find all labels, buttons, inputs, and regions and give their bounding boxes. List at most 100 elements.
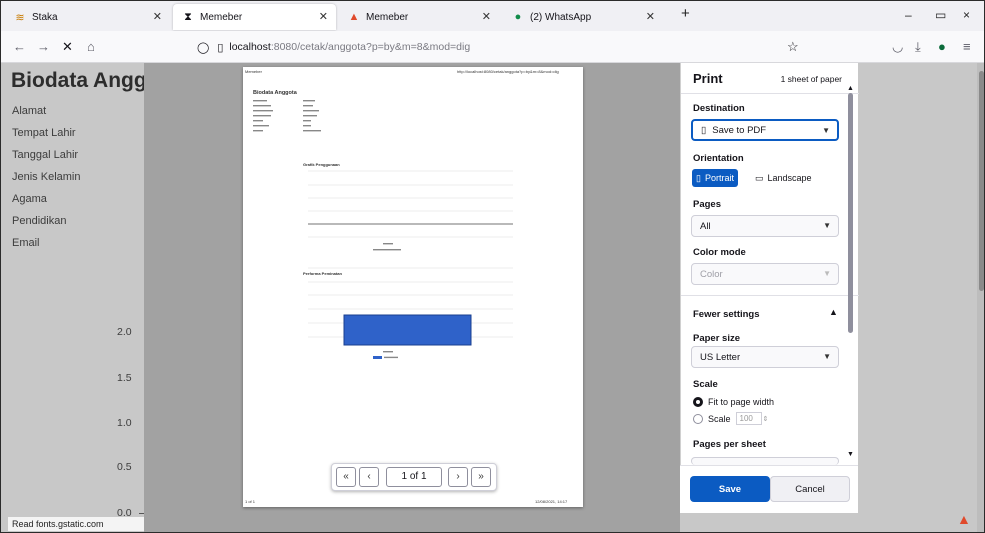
close-icon[interactable]: ✕ <box>482 10 491 23</box>
field-tempat-lahir: Tempat Lahir <box>12 127 76 139</box>
divider <box>681 93 859 94</box>
paper-size-value: US Letter <box>700 351 741 363</box>
destination-select[interactable]: ▯ Save to PDF ▼ <box>691 119 839 141</box>
chevron-down-icon: ▼ <box>823 269 831 278</box>
pages-label: Pages <box>693 199 721 210</box>
forward-icon[interactable]: → <box>37 39 50 54</box>
navigation-bar: ← → ✕ ⌂ ◯ ▯ localhost :8080/cetak/anggot… <box>1 31 984 63</box>
save-button[interactable]: Save <box>690 476 770 502</box>
scale-label: Scale <box>693 379 718 390</box>
stepper-icon[interactable]: ⇕ <box>763 415 769 423</box>
pocket-icon[interactable]: ◡ <box>892 39 903 55</box>
home-icon[interactable]: ⌂ <box>87 39 95 54</box>
color-mode-label: Color mode <box>693 247 746 258</box>
url-host: localhost <box>229 41 271 53</box>
tab-memeber[interactable]: ▲ Memeber ✕ <box>339 4 499 30</box>
first-page-button[interactable]: « <box>336 467 356 487</box>
chevron-down-icon: ▼ <box>823 352 831 361</box>
paper-size-select[interactable]: US Letter ▼ <box>691 346 839 368</box>
panel-scrollbar[interactable]: ▲ ▼ <box>847 85 855 461</box>
landscape-button[interactable]: ▭ Landscape <box>751 169 816 187</box>
sheet-chart2-title: Performa Peminatan <box>303 271 342 276</box>
field-jenis-kelamin: Jenis Kelamin <box>12 171 81 183</box>
radio-selected-icon <box>693 397 703 407</box>
menu-icon[interactable]: ≡ <box>963 39 971 54</box>
close-icon[interactable]: ✕ <box>319 10 328 23</box>
new-tab-button[interactable]: + <box>681 5 690 22</box>
field-email: Email <box>12 237 40 249</box>
y-tick-label: 1.5 <box>117 372 132 384</box>
account-icon[interactable]: ● <box>938 39 946 54</box>
scroll-up-icon[interactable]: ▲ <box>847 85 854 92</box>
tab-memeber-active[interactable]: ⧗ Memeber ✕ <box>173 4 336 30</box>
tab-label: Memeber <box>366 11 409 23</box>
close-window-button[interactable]: × <box>963 8 970 22</box>
pages-per-sheet-select[interactable] <box>691 457 839 465</box>
field-pendidikan: Pendidikan <box>12 215 67 227</box>
y-tick-label: 1.0 <box>117 417 132 429</box>
field-alamat: Alamat <box>12 105 47 117</box>
flame-icon: ▲ <box>957 511 971 527</box>
destination-label: Destination <box>693 103 745 114</box>
chevron-down-icon: ▼ <box>823 221 831 230</box>
sheet-footer-page: 1 of 1 <box>245 499 256 504</box>
preview-sheet: Memeber http://localhost:8080/cetak/angg… <box>243 67 583 507</box>
url-path: :8080/cetak/anggota?p=by&m=8&mod=dig <box>270 41 471 53</box>
back-icon[interactable]: ← <box>13 39 26 54</box>
staka-icon: ≋ <box>15 11 25 24</box>
radio-unselected-icon <box>693 413 703 424</box>
stop-icon[interactable]: ✕ <box>62 39 73 55</box>
whatsapp-icon: ● <box>514 11 522 23</box>
destination-value: Save to PDF <box>712 124 767 136</box>
custom-scale-radio[interactable]: Scale 100 ⇕ <box>693 412 768 425</box>
portrait-icon: ▯ <box>696 172 701 183</box>
bookmark-star-icon[interactable]: ☆ <box>787 39 799 55</box>
tab-bar: ≋ Staka ✕ ⧗ Memeber ✕ ▲ Memeber ✕ ● (2) … <box>1 1 984 31</box>
print-preview-area: Memeber http://localhost:8080/cetak/angg… <box>144 63 680 532</box>
field-agama: Agama <box>12 193 47 205</box>
flame-icon: ▲ <box>348 11 360 23</box>
panel-scrollbar-thumb[interactable] <box>848 93 853 333</box>
portrait-label: Portrait <box>704 173 734 183</box>
tab-whatsapp[interactable]: ● (2) WhatsApp ✕ <box>503 4 663 30</box>
portrait-button[interactable]: ▯ Portrait <box>692 169 738 187</box>
pages-per-sheet-label: Pages per sheet <box>693 439 766 450</box>
divider <box>681 295 859 296</box>
tab-label: (2) WhatsApp <box>530 11 592 23</box>
color-mode-value: Color <box>700 268 723 280</box>
sheet-footer-date: 12/08/2021, 14:17 <box>535 499 568 504</box>
document-icon: ▯ <box>701 124 707 136</box>
cancel-button[interactable]: Cancel <box>770 476 850 502</box>
fit-to-width-label: Fit to page width <box>708 397 775 407</box>
fewer-settings-toggle[interactable]: Fewer settings <box>693 309 760 320</box>
preview-pager: « ‹ 1 of 1 › » <box>331 463 497 491</box>
pages-select[interactable]: All ▼ <box>691 215 839 237</box>
hourglass-icon: ⧗ <box>184 10 192 23</box>
custom-scale-label: Scale <box>708 413 731 424</box>
minimize-button[interactable]: – <box>905 8 912 22</box>
tab-staka[interactable]: ≋ Staka ✕ <box>5 4 170 30</box>
next-page-button[interactable]: › <box>448 467 468 487</box>
sheet-chart1-title: Grafik Penggunaan <box>303 162 340 167</box>
tab-label: Memeber <box>200 11 243 23</box>
download-icon[interactable]: ⤓ <box>915 39 921 55</box>
shield-icon: ◯ <box>197 41 210 54</box>
scale-input[interactable]: 100 <box>735 412 762 425</box>
fit-to-width-radio[interactable]: Fit to page width <box>693 397 774 407</box>
close-icon[interactable]: ✕ <box>153 10 162 23</box>
page-scrollbar-thumb[interactable] <box>979 71 984 291</box>
landscape-icon: ▭ <box>755 172 764 183</box>
previous-page-button[interactable]: ‹ <box>359 467 379 487</box>
close-icon[interactable]: ✕ <box>646 10 655 23</box>
browser-window: ≋ Staka ✕ ⧗ Memeber ✕ ▲ Memeber ✕ ● (2) … <box>0 0 985 533</box>
tab-label: Staka <box>32 11 58 23</box>
y-tick-label: 0.5 <box>117 461 132 473</box>
restore-button[interactable]: ▭ <box>935 8 946 22</box>
pages-value: All <box>700 220 711 232</box>
print-actions: Save Cancel <box>680 465 858 513</box>
chevron-up-icon[interactable]: ▲ <box>829 307 838 317</box>
last-page-button[interactable]: » <box>471 467 491 487</box>
url-bar[interactable]: ◯ ▯ localhost :8080/cetak/anggota?p=by&m… <box>197 36 817 58</box>
scroll-down-icon[interactable]: ▼ <box>847 451 854 458</box>
color-mode-select[interactable]: Color ▼ <box>691 263 839 285</box>
